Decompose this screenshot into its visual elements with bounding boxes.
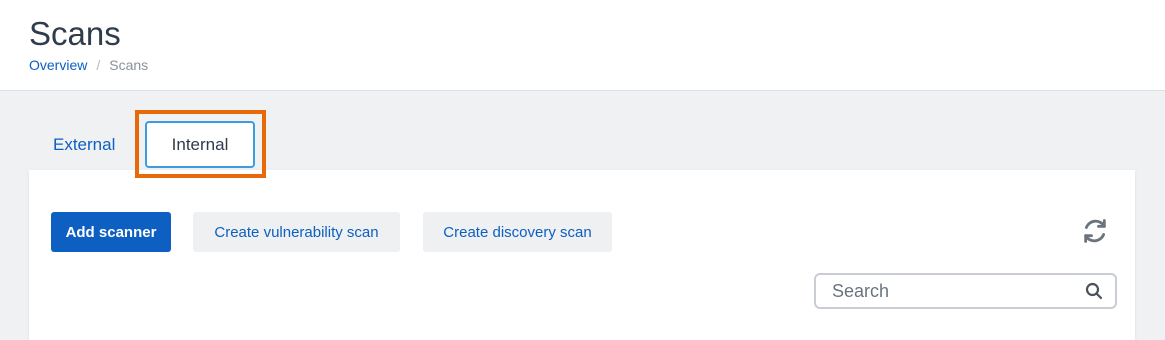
search-input[interactable] xyxy=(816,275,1083,307)
create-vulnerability-scan-button[interactable]: Create vulnerability scan xyxy=(193,212,400,252)
page-header: Scans Overview / Scans xyxy=(0,0,1165,91)
search-icon[interactable] xyxy=(1083,280,1105,302)
breadcrumb: Overview / Scans xyxy=(29,56,148,74)
breadcrumb-overview[interactable]: Overview xyxy=(29,56,87,74)
tab-internal[interactable]: Internal xyxy=(145,121,255,168)
tab-external[interactable]: External xyxy=(53,134,115,156)
scans-panel xyxy=(29,170,1135,340)
refresh-icon[interactable] xyxy=(1080,216,1110,246)
create-discovery-scan-button[interactable]: Create discovery scan xyxy=(423,212,612,252)
breadcrumb-current: Scans xyxy=(109,57,149,73)
add-scanner-button[interactable]: Add scanner xyxy=(51,212,171,252)
search-box xyxy=(814,273,1117,309)
page-title: Scans xyxy=(29,15,121,52)
breadcrumb-separator: / xyxy=(96,57,101,73)
